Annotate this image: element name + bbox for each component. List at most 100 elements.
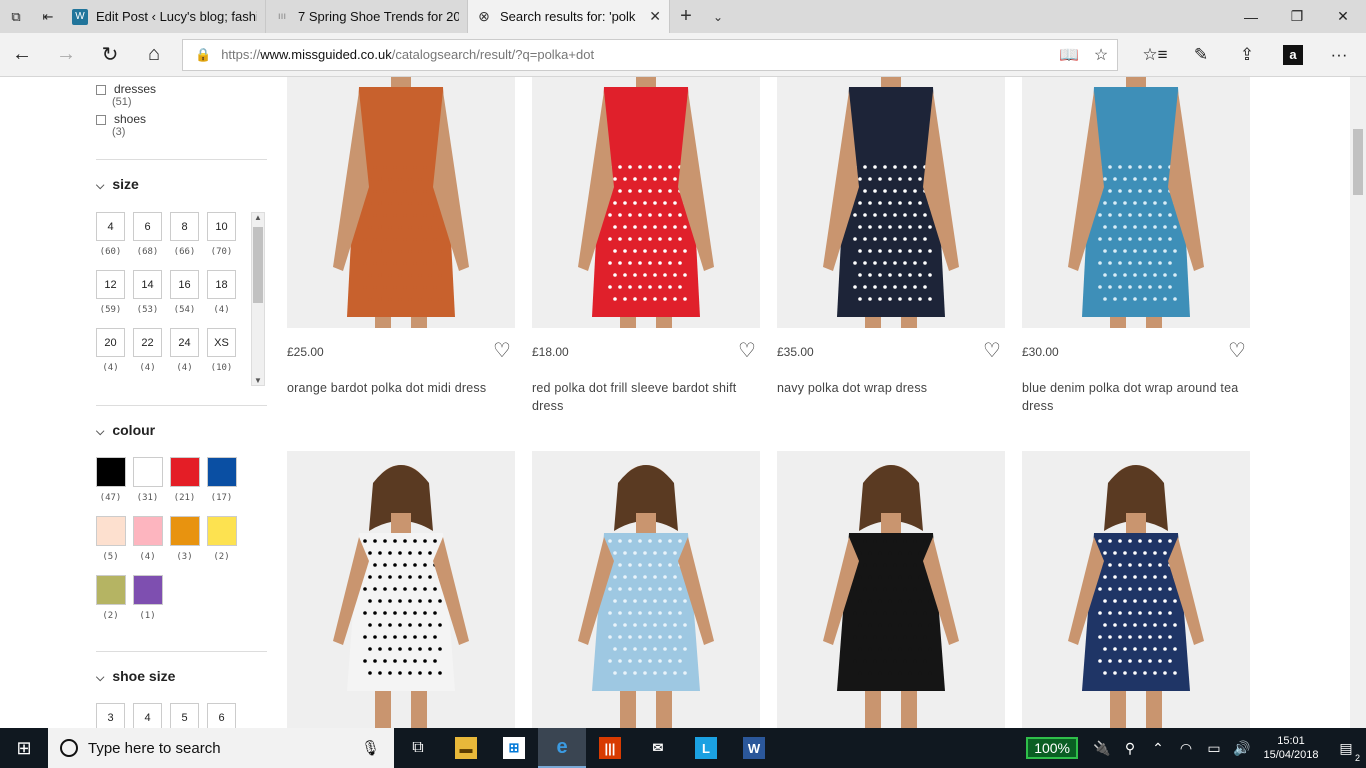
action-center-icon[interactable]: ▤ 2 xyxy=(1326,740,1366,763)
size-option-button[interactable]: 12 xyxy=(96,270,125,299)
windows-start-icon[interactable]: ⊞ xyxy=(0,728,48,768)
size-option-button[interactable]: 14 xyxy=(133,270,162,299)
colour-swatch[interactable] xyxy=(207,457,237,487)
tab-edit-post[interactable]: W Edit Post ‹ Lucy's blog; fashi xyxy=(64,0,266,33)
category-filter-shoes[interactable]: shoes (3) xyxy=(96,112,146,138)
product-name[interactable]: orange bardot polka dot midi dress xyxy=(287,379,515,397)
taskbar-search-box[interactable]: Type here to search 🎙 xyxy=(48,728,394,768)
home-button[interactable]: ⌂ xyxy=(132,33,176,77)
product-image[interactable] xyxy=(532,451,760,728)
clock[interactable]: 15:01 15/04/2018 xyxy=(1256,734,1326,762)
product-name[interactable]: red polka dot frill sleeve bardot shift … xyxy=(532,379,760,415)
checkbox[interactable] xyxy=(96,84,106,95)
colour-swatch[interactable] xyxy=(133,575,163,605)
product-image[interactable] xyxy=(1022,451,1250,728)
scroll-down-arrow-icon[interactable]: ▼ xyxy=(252,376,264,385)
forward-button[interactable]: → xyxy=(44,33,88,77)
size-option-button[interactable]: 22 xyxy=(133,328,162,357)
people-icon[interactable]: ⚲ xyxy=(1116,740,1144,757)
address-bar[interactable]: 🔒 https://www.missguided.co.uk/catalogse… xyxy=(182,38,1118,71)
size-option-button[interactable]: 4 xyxy=(96,212,125,241)
power-plug-icon[interactable]: 🔌 xyxy=(1088,740,1116,757)
wishlist-heart-icon[interactable]: ♡ xyxy=(493,341,511,361)
edge-browser-icon[interactable]: e xyxy=(538,728,586,768)
product-image[interactable] xyxy=(1022,77,1250,328)
wifi-icon[interactable]: ◠ xyxy=(1172,740,1200,757)
wishlist-heart-icon[interactable]: ♡ xyxy=(983,341,1001,361)
show-hidden-icons-chevron-icon[interactable]: ⌃ xyxy=(1144,740,1172,757)
favorites-hub-icon[interactable]: ☆≡ xyxy=(1132,33,1178,77)
product-image[interactable] xyxy=(532,77,760,328)
category-filter-dresses[interactable]: dresses (51) xyxy=(96,82,156,108)
minimize-button[interactable]: — xyxy=(1228,0,1274,33)
wishlist-heart-icon[interactable]: ♡ xyxy=(738,341,756,361)
battery-indicator[interactable]: 100% xyxy=(1026,737,1078,759)
size-filter-header[interactable]: ⌵ size xyxy=(96,176,139,193)
colour-swatch[interactable] xyxy=(207,516,237,546)
page-scrollbar[interactable] xyxy=(1350,77,1366,728)
product-image[interactable] xyxy=(287,451,515,728)
reading-view-icon[interactable]: 📖 xyxy=(1053,45,1085,65)
slides-app-icon[interactable]: ||| xyxy=(586,728,634,768)
size-option-button[interactable]: 20 xyxy=(96,328,125,357)
shoe-size-filter-header[interactable]: ⌵ shoe size xyxy=(96,668,175,685)
set-aside-tabs-icon[interactable]: ⇤ xyxy=(32,0,64,33)
scroll-up-arrow-icon[interactable]: ▲ xyxy=(252,213,264,222)
file-explorer-icon[interactable]: ▬ xyxy=(442,728,490,768)
size-option-button[interactable]: 10 xyxy=(207,212,236,241)
divider xyxy=(96,651,267,652)
size-option-button[interactable]: 6 xyxy=(133,212,162,241)
product-image[interactable] xyxy=(287,77,515,328)
amazon-extension-button[interactable]: a xyxy=(1270,33,1316,77)
task-view-icon[interactable]: ⧉ xyxy=(394,728,442,768)
store-icon[interactable]: ⊞ xyxy=(490,728,538,768)
tab-shoe-trends[interactable]: ııı 7 Spring Shoe Trends for 20 xyxy=(266,0,468,33)
close-tab-icon[interactable]: ✕ xyxy=(649,8,661,25)
pen-notes-icon[interactable]: ✎ xyxy=(1178,33,1224,77)
product-image[interactable] xyxy=(777,77,1005,328)
shoe-size-option-button[interactable]: 6 xyxy=(207,703,236,728)
favorite-star-icon[interactable]: ☆ xyxy=(1085,45,1117,65)
volume-icon[interactable]: 🔊 xyxy=(1228,740,1256,757)
colour-swatch[interactable] xyxy=(96,457,126,487)
mail-icon[interactable]: ✉ xyxy=(634,728,682,768)
wishlist-heart-icon[interactable]: ♡ xyxy=(1228,341,1246,361)
colour-filter-header[interactable]: ⌵ colour xyxy=(96,422,155,439)
microphone-icon[interactable]: 🎙 xyxy=(361,739,380,757)
product-image[interactable] xyxy=(777,451,1005,728)
colour-swatch[interactable] xyxy=(96,516,126,546)
shoe-size-option-button[interactable]: 4 xyxy=(133,703,162,728)
more-menu-icon[interactable]: ··· xyxy=(1316,33,1362,77)
battery-tray-icon[interactable]: ▭ xyxy=(1200,740,1228,757)
tab-search-results[interactable]: ⊗ Search results for: 'polk ✕ xyxy=(468,0,670,33)
tab-title: Search results for: 'polk xyxy=(500,9,636,24)
shoe-size-option-button[interactable]: 5 xyxy=(170,703,199,728)
size-option-button[interactable]: XS xyxy=(207,328,236,357)
back-button[interactable]: ← xyxy=(0,33,44,77)
checkbox[interactable] xyxy=(96,114,106,125)
tab-manager-icon[interactable]: ⧉ xyxy=(0,0,32,33)
size-option-button[interactable]: 16 xyxy=(170,270,199,299)
size-list-scrollbar[interactable]: ▲ ▼ xyxy=(251,212,265,386)
restore-button[interactable]: ❐ xyxy=(1274,0,1320,33)
size-option-button[interactable]: 24 xyxy=(170,328,199,357)
shoe-size-option-button[interactable]: 3 xyxy=(96,703,125,728)
tab-preview-chevron-icon[interactable]: ⌄ xyxy=(702,0,734,33)
close-window-button[interactable]: ✕ xyxy=(1320,0,1366,33)
colour-swatch[interactable] xyxy=(133,516,163,546)
colour-swatch[interactable] xyxy=(96,575,126,605)
refresh-button[interactable]: ↻ xyxy=(88,33,132,77)
lexicon-app-icon[interactable]: L xyxy=(682,728,730,768)
product-name[interactable]: navy polka dot wrap dress xyxy=(777,379,1005,397)
product-name[interactable]: blue denim polka dot wrap around tea dre… xyxy=(1022,379,1250,415)
new-tab-button[interactable]: + xyxy=(670,0,702,33)
page-scrollbar-thumb[interactable] xyxy=(1353,129,1363,195)
share-icon[interactable]: ⇪ xyxy=(1224,33,1270,77)
scrollbar-thumb[interactable] xyxy=(253,227,263,303)
size-option-button[interactable]: 8 xyxy=(170,212,199,241)
size-option-button[interactable]: 18 xyxy=(207,270,236,299)
colour-swatch[interactable] xyxy=(170,457,200,487)
colour-swatch[interactable] xyxy=(133,457,163,487)
colour-swatch[interactable] xyxy=(170,516,200,546)
word-icon[interactable]: W xyxy=(730,728,778,768)
